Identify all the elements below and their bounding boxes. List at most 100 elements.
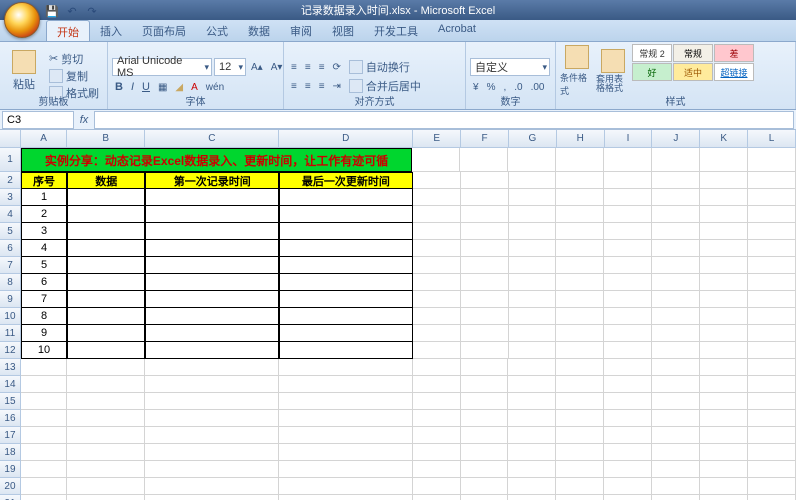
cell[interactable]: 3: [21, 223, 67, 240]
col-header[interactable]: I: [605, 130, 653, 148]
cell[interactable]: [145, 274, 279, 291]
orientation-button[interactable]: ⟳: [330, 59, 344, 75]
fx-button[interactable]: fx: [74, 114, 94, 126]
cell[interactable]: [21, 444, 67, 461]
cell[interactable]: [413, 376, 461, 393]
cell[interactable]: [279, 291, 413, 308]
col-header[interactable]: A: [21, 130, 67, 148]
style-neutral[interactable]: 适中: [673, 63, 713, 81]
cell[interactable]: [556, 410, 604, 427]
cell[interactable]: [652, 359, 700, 376]
cell[interactable]: [279, 206, 413, 223]
col-header[interactable]: L: [748, 130, 796, 148]
cell[interactable]: [748, 376, 796, 393]
cell[interactable]: 7: [21, 291, 67, 308]
cell[interactable]: [508, 495, 556, 500]
col-header[interactable]: H: [557, 130, 605, 148]
grow-font-button[interactable]: A▴: [248, 59, 266, 75]
cell[interactable]: [604, 359, 652, 376]
save-icon[interactable]: 💾: [44, 3, 60, 19]
cell[interactable]: [700, 206, 748, 223]
cell[interactable]: [604, 291, 652, 308]
cell[interactable]: [21, 393, 67, 410]
cell[interactable]: [604, 376, 652, 393]
cell[interactable]: [413, 223, 461, 240]
cell[interactable]: [413, 274, 461, 291]
cell[interactable]: [604, 325, 652, 342]
cell[interactable]: [279, 240, 413, 257]
row-header[interactable]: 7: [0, 257, 21, 274]
cell[interactable]: [67, 240, 145, 257]
cell[interactable]: [413, 308, 461, 325]
cell[interactable]: [700, 240, 748, 257]
cell[interactable]: 9: [21, 325, 67, 342]
cell[interactable]: [604, 461, 652, 478]
cell[interactable]: [748, 148, 796, 172]
cell[interactable]: [67, 291, 145, 308]
cell[interactable]: [652, 376, 700, 393]
cell[interactable]: 数据: [67, 172, 145, 189]
align-left-button[interactable]: ≡: [288, 78, 300, 94]
cell[interactable]: [67, 427, 145, 444]
cell[interactable]: [413, 359, 461, 376]
cell[interactable]: [652, 148, 700, 172]
cell[interactable]: [652, 495, 700, 500]
style-hyperlink[interactable]: 超链接: [714, 63, 754, 81]
cell[interactable]: [279, 444, 413, 461]
cell[interactable]: [413, 342, 461, 359]
align-center-button[interactable]: ≡: [302, 78, 314, 94]
align-bottom-button[interactable]: ≡: [316, 59, 328, 75]
cell[interactable]: [700, 444, 748, 461]
tab-8[interactable]: Acrobat: [428, 20, 486, 41]
cell[interactable]: [700, 325, 748, 342]
cell[interactable]: 10: [21, 342, 67, 359]
cell[interactable]: [700, 257, 748, 274]
cell[interactable]: [461, 291, 509, 308]
cell[interactable]: [604, 478, 652, 495]
cell[interactable]: [748, 291, 796, 308]
style-good[interactable]: 好: [632, 63, 672, 81]
cell[interactable]: [67, 189, 145, 206]
cell[interactable]: [748, 410, 796, 427]
cell[interactable]: [145, 427, 279, 444]
cell[interactable]: [508, 444, 556, 461]
col-header[interactable]: J: [652, 130, 700, 148]
cell[interactable]: 最后一次更新时间: [279, 172, 413, 189]
col-header[interactable]: D: [279, 130, 413, 148]
cell[interactable]: [461, 478, 509, 495]
cell[interactable]: [652, 274, 700, 291]
cell[interactable]: [145, 240, 279, 257]
cell[interactable]: [461, 325, 509, 342]
cell[interactable]: [556, 274, 604, 291]
cell[interactable]: [67, 257, 145, 274]
cell[interactable]: [145, 495, 279, 500]
cell[interactable]: [604, 410, 652, 427]
cell[interactable]: 5: [21, 257, 67, 274]
cell[interactable]: [145, 325, 279, 342]
row-header[interactable]: 9: [0, 291, 21, 308]
cell[interactable]: [748, 427, 796, 444]
cell[interactable]: [604, 189, 652, 206]
cell[interactable]: [145, 376, 279, 393]
cell[interactable]: [413, 257, 461, 274]
cell[interactable]: [509, 257, 557, 274]
cell[interactable]: [460, 148, 508, 172]
cell[interactable]: [145, 444, 279, 461]
row-header[interactable]: 1: [0, 148, 21, 172]
cell[interactable]: [413, 410, 461, 427]
cell[interactable]: [508, 148, 556, 172]
cell[interactable]: [279, 376, 413, 393]
align-middle-button[interactable]: ≡: [302, 59, 314, 75]
cell[interactable]: [67, 410, 145, 427]
conditional-format-button[interactable]: 条件格式: [560, 44, 594, 98]
cell[interactable]: [700, 495, 748, 500]
row-header[interactable]: 11: [0, 325, 21, 342]
cell[interactable]: [279, 410, 413, 427]
cell[interactable]: [145, 461, 279, 478]
cell[interactable]: [700, 410, 748, 427]
row-header[interactable]: 20: [0, 478, 21, 495]
cell[interactable]: [279, 427, 413, 444]
cell[interactable]: [556, 478, 604, 495]
cell[interactable]: [508, 393, 556, 410]
row-header[interactable]: 5: [0, 223, 21, 240]
